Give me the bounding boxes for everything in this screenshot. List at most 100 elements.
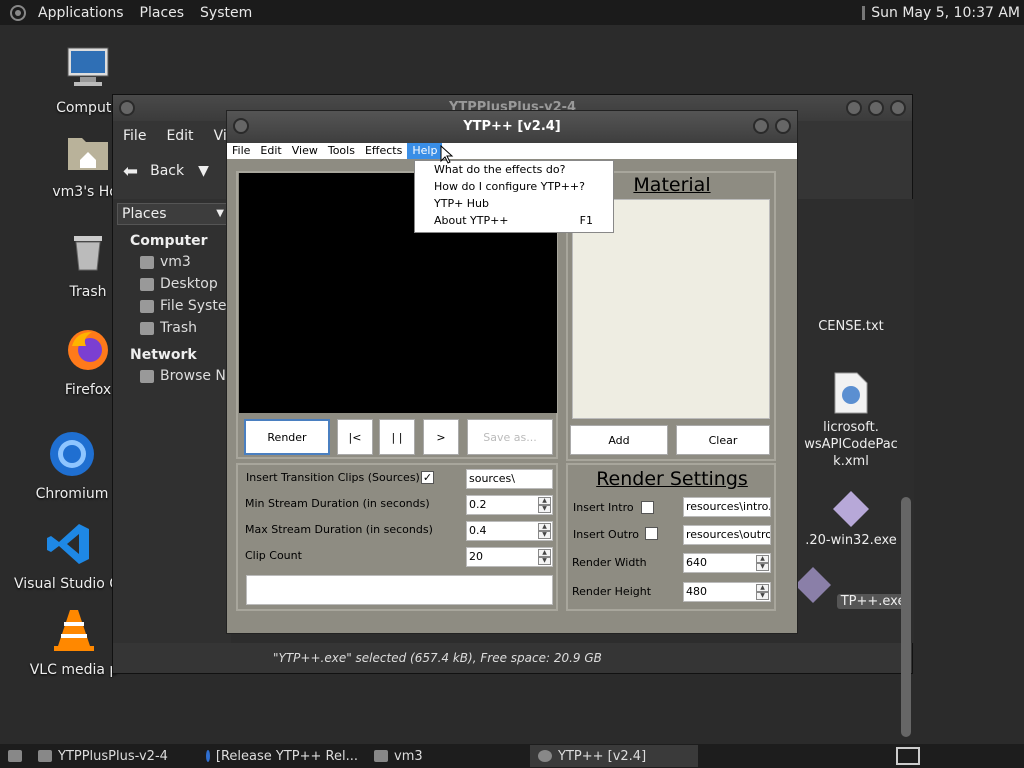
render-settings-title: Render Settings [596, 468, 748, 490]
close-icon[interactable] [890, 100, 906, 116]
minimize-icon[interactable] [753, 118, 769, 134]
window-menu-icon[interactable] [233, 118, 249, 134]
help-menu-item-configure[interactable]: How do I configure YTP++? [415, 178, 613, 195]
computer-icon [67, 47, 109, 86]
distro-logo-icon[interactable] [10, 4, 26, 21]
sidebar-item-vm3[interactable]: vm3 [113, 251, 231, 273]
ytp-menu-effects[interactable]: Effects [360, 143, 407, 159]
help-menu-item-hub[interactable]: YTP+ Hub [415, 195, 613, 212]
vscode-icon [47, 524, 89, 564]
back-button[interactable]: Back [150, 163, 184, 179]
spin-up-icon[interactable]: ▲ [538, 549, 551, 557]
insert-intro-checkbox[interactable] [641, 501, 654, 514]
taskbar-item-file-manager[interactable]: YTPPlusPlus-v2-4 [30, 745, 198, 767]
applications-menu[interactable]: Applications [30, 5, 132, 21]
spin-up-icon[interactable]: ▲ [538, 523, 551, 531]
file-item-license[interactable]: CENSE.txt [791, 319, 911, 334]
add-button[interactable]: Add [570, 425, 668, 455]
spin-up-icon[interactable]: ▲ [756, 555, 769, 563]
save-as-button: Save as... [467, 419, 553, 455]
pause-button[interactable]: | | [379, 419, 415, 455]
render-button[interactable]: Render [244, 419, 330, 455]
ytp-menu-file[interactable]: File [227, 143, 255, 159]
spin-down-icon[interactable]: ▼ [756, 592, 769, 600]
render-width-label: Render Width [572, 556, 647, 569]
desktop-icon-label: VLC media p [29, 662, 119, 678]
first-frame-button[interactable]: |< [337, 419, 373, 455]
transition-label: Insert Transition Clips (Sources) [246, 471, 420, 484]
outro-path-input[interactable]: resources\outro. [683, 525, 771, 545]
drive-icon [140, 299, 154, 313]
scrollbar-thumb[interactable] [901, 497, 911, 737]
spin-up-icon[interactable]: ▲ [538, 497, 551, 505]
network-icon [140, 369, 154, 383]
clip-count-stepper[interactable]: 20 ▲ ▼ [466, 547, 553, 567]
help-dropdown-menu: What do the effects do? How do I configu… [414, 160, 614, 233]
sidebar-heading-computer: Computer [130, 233, 208, 249]
spin-down-icon[interactable]: ▼ [756, 563, 769, 571]
ytp-menu-tools[interactable]: Tools [323, 143, 360, 159]
file-label: .20-win32.exe [805, 533, 897, 548]
close-icon[interactable] [775, 118, 791, 134]
intro-path-input[interactable]: resources\intro.m [683, 497, 771, 517]
sidebar-item-filesystem[interactable]: File Systen [113, 295, 235, 317]
play-button[interactable]: > [423, 419, 459, 455]
maximize-icon[interactable] [868, 100, 884, 116]
insert-outro-checkbox[interactable] [645, 527, 658, 540]
file-label: CENSE.txt [818, 319, 884, 334]
file-item-ytp-exe[interactable]: TP++.exe [791, 565, 911, 609]
clip-count-label: Clip Count [245, 549, 302, 562]
clear-button[interactable]: Clear [676, 425, 770, 455]
taskbar-item-ytp[interactable]: YTP++ [v2.4] [530, 745, 698, 767]
desktop-icon-chromium[interactable]: Chromium [22, 430, 122, 502]
transition-checkbox[interactable]: ✓ [421, 471, 434, 484]
taskbar-item-vm3[interactable]: vm3 [366, 745, 530, 767]
taskbar-item-browser[interactable]: [Release YTP++ Rel... [198, 745, 366, 767]
system-menu[interactable]: System [192, 5, 260, 21]
file-manager-scrollbar[interactable] [901, 337, 911, 747]
file-item-win32-exe[interactable]: .20-win32.exe [791, 489, 911, 548]
window-menu-icon[interactable] [119, 100, 135, 116]
render-height-stepper[interactable]: 480 ▲ ▼ [683, 582, 771, 602]
max-duration-stepper[interactable]: 0.4 ▲ ▼ [466, 521, 553, 541]
min-duration-stepper[interactable]: 0.2 ▲ ▼ [466, 495, 553, 515]
ytp-menu-edit[interactable]: Edit [255, 143, 286, 159]
spin-down-icon[interactable]: ▼ [538, 505, 551, 513]
spin-down-icon[interactable]: ▼ [538, 531, 551, 539]
sources-input[interactable]: sources\ [466, 469, 553, 489]
places-dropdown[interactable]: Places ▼ [117, 203, 229, 225]
trash-icon [140, 321, 154, 335]
desktop-icon [8, 750, 22, 762]
spin-down-icon[interactable]: ▼ [538, 557, 551, 565]
ytp-app-icon [538, 750, 552, 762]
desktop-icon-vscode[interactable]: Visual Studio Co [14, 520, 124, 592]
workspace-switcher[interactable] [896, 747, 920, 765]
menu-item-label: About YTP++ [434, 214, 509, 227]
ytp-menu-help[interactable]: Help [407, 143, 443, 159]
show-desktop-launcher[interactable] [0, 745, 30, 767]
back-arrow-icon[interactable]: ⬅ [123, 161, 138, 182]
help-menu-item-about[interactable]: About YTP++ F1 [415, 212, 613, 229]
desktop-icon-vlc[interactable]: VLC media p [24, 606, 124, 678]
render-width-stepper[interactable]: 640 ▲ ▼ [683, 553, 771, 573]
ytp-titlebar[interactable]: YTP++ [v2.4] [227, 111, 797, 143]
sidebar-item-trash[interactable]: Trash [113, 317, 231, 339]
clock[interactable]: Sun May 5, 10:37 AM [871, 5, 1020, 21]
ytp-menu-view[interactable]: View [287, 143, 323, 159]
desktop-icon-label: Chromium [35, 486, 109, 502]
sidebar-item-desktop[interactable]: Desktop [113, 273, 231, 295]
places-dropdown-label: Places [122, 206, 167, 222]
fm-menu-file[interactable]: File [113, 128, 156, 144]
tray-separator [862, 5, 866, 20]
sidebar-item-browse-network[interactable]: Browse Ne [113, 365, 235, 387]
mouse-cursor-icon [440, 145, 454, 164]
file-item-xml[interactable]: licrosoft. wsAPICodePac k.xml [791, 371, 911, 470]
minimize-icon[interactable] [846, 100, 862, 116]
fm-menu-edit[interactable]: Edit [156, 128, 203, 144]
log-output[interactable] [246, 575, 553, 605]
back-dropdown-icon[interactable]: ▼ [198, 163, 209, 179]
sidebar-item-label: Browse Ne [160, 368, 235, 384]
sidebar-item-label: Trash [160, 320, 197, 336]
places-menu[interactable]: Places [132, 5, 193, 21]
spin-up-icon[interactable]: ▲ [756, 584, 769, 592]
